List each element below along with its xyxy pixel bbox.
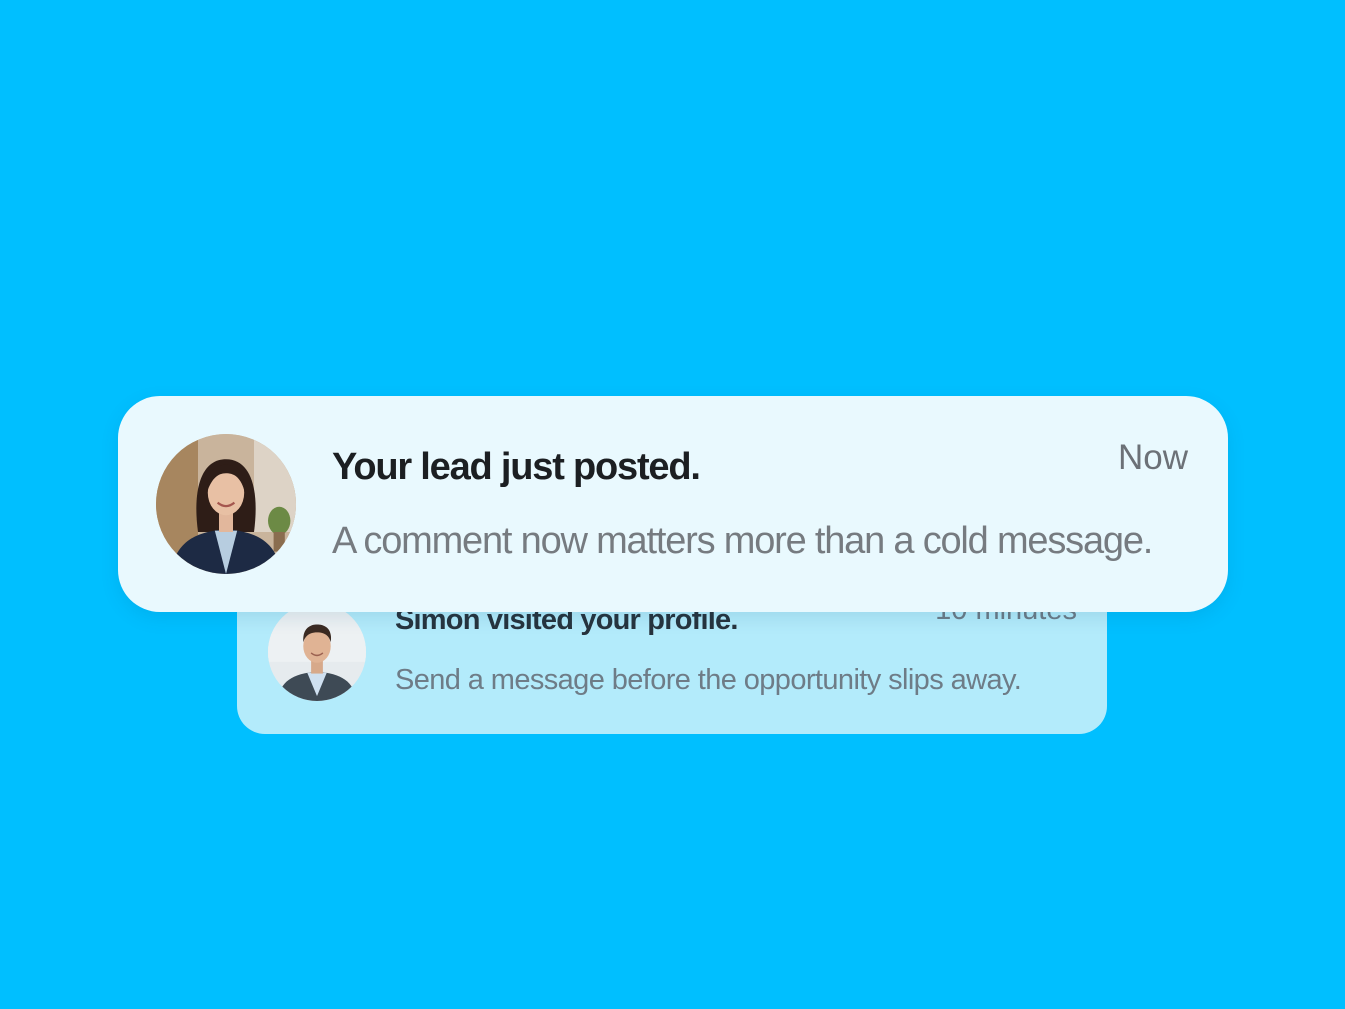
notification-body: A comment now matters more than a cold m… <box>332 520 1153 562</box>
notification-body: Send a message before the opportunity sl… <box>395 664 1022 696</box>
page-background: Simon visited your profile. 10 minutes S… <box>0 0 1345 1009</box>
notification-title: Your lead just posted. <box>332 446 701 488</box>
man-avatar <box>268 603 366 701</box>
woman-avatar <box>156 434 296 574</box>
notification-time: Now <box>1117 438 1188 477</box>
notification-card-lead-posted[interactable]: Your lead just posted. Now A comment now… <box>118 396 1228 612</box>
